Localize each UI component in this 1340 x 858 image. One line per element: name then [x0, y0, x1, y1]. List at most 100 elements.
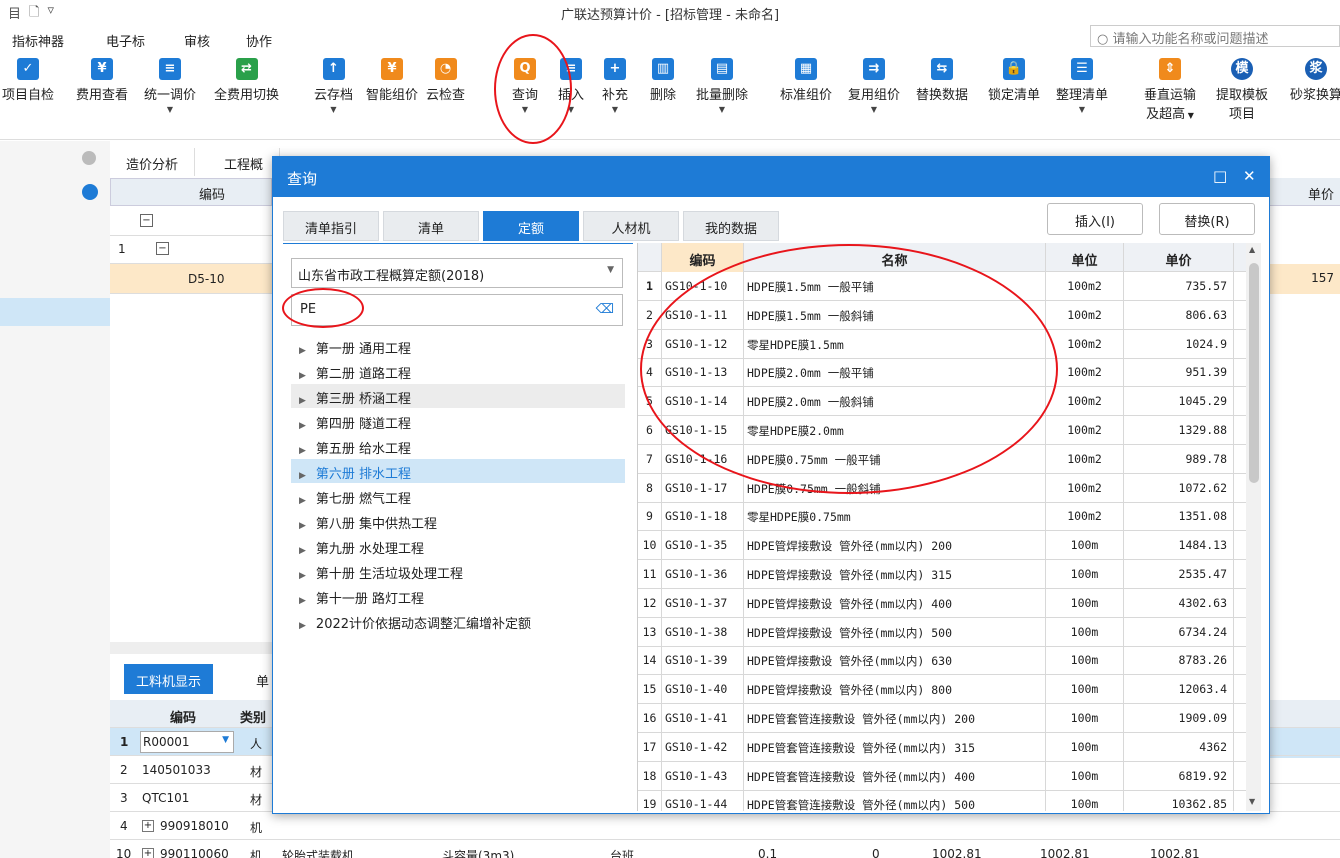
table-row[interactable]: 10 + 990110060 机 轮胎式装载机 斗容量(3m3) 台班 0.1 …: [110, 840, 1340, 858]
scrollbar-thumb[interactable]: [1249, 263, 1259, 483]
collapse-toggle-icon[interactable]: −: [140, 214, 153, 227]
smart-price-button[interactable]: ¥ 智能组价: [366, 58, 418, 103]
vertical-scrollbar[interactable]: ▲ ▼: [1246, 243, 1261, 811]
code-combo[interactable]: R00001 ▼: [140, 731, 234, 753]
tree-node[interactable]: ▶ 第四册 隧道工程: [291, 409, 625, 433]
replace-button[interactable]: 替换(R): [1159, 203, 1255, 235]
expand-toggle-icon[interactable]: +: [142, 820, 154, 832]
table-row[interactable]: 13 GS10-1-38 HDPE管焊接敷设 管外径(mm以内) 500 100m 67…: [638, 617, 1246, 647]
dialog-title-bar[interactable]: 查询: [273, 157, 1269, 197]
tree-node-selected[interactable]: ▶ 第六册 排水工程: [291, 459, 625, 483]
expand-arrow-icon[interactable]: ▶: [299, 546, 306, 556]
tree-node[interactable]: ▶ 第八册 集中供热工程: [291, 509, 625, 533]
tree-node[interactable]: ▶ 第十册 生活垃圾处理工程: [291, 559, 625, 583]
table-row[interactable]: 1 GS10-1-10 HDPE膜1.5mm 一般平铺 100m2 735.57: [638, 272, 1246, 301]
menu-item-indicator[interactable]: 指标神器: [12, 31, 64, 50]
column-unit[interactable]: 单位: [1046, 243, 1124, 272]
table-row[interactable]: 9 GS10-1-18 零星HDPE膜0.75mm 100m2 1351.08: [638, 502, 1246, 532]
expand-arrow-icon[interactable]: ▶: [299, 396, 306, 406]
scroll-up-icon[interactable]: ▲: [1249, 245, 1255, 254]
table-row[interactable]: 4 GS10-1-13 HDPE膜2.0mm 一般平铺 100m2 951.39: [638, 358, 1246, 388]
insert-button[interactable]: ≡ 插入 ▼: [558, 58, 584, 114]
table-row[interactable]: 18 GS10-1-43 HDPE管套管连接敷设 管外径(mm以内) 400 100m…: [638, 761, 1246, 791]
expand-arrow-icon[interactable]: ▶: [299, 621, 306, 631]
tab-cost-analysis[interactable]: 造价分析: [110, 148, 196, 176]
table-row[interactable]: 17 GS10-1-42 HDPE管套管连接敷设 管外径(mm以内) 315 100m…: [638, 732, 1246, 762]
fee-view-button[interactable]: ¥ 费用查看: [76, 58, 128, 103]
tree-node[interactable]: ▶ 第五册 给水工程: [291, 434, 625, 458]
mortar-conversion-button[interactable]: 浆砂浆换算: [1290, 58, 1340, 103]
table-row[interactable]: 10 GS10-1-35 HDPE管焊接敷设 管外径(mm以内) 200 100m 14…: [638, 531, 1246, 561]
column-code[interactable]: 编码: [662, 243, 744, 272]
unified-price-button[interactable]: ≡ 统一调价 ▼: [144, 58, 196, 114]
selected-nav-item[interactable]: [0, 298, 110, 326]
tab-labor-material-machine[interactable]: 工料机显示: [124, 664, 214, 694]
tab-labor-material-machine[interactable]: 人材机: [583, 211, 679, 241]
insert-button[interactable]: 插入(I): [1047, 203, 1143, 235]
tab-list-guide[interactable]: 清单指引: [283, 211, 379, 241]
batch-delete-button[interactable]: ▤ 批量删除 ▼: [696, 58, 748, 114]
tree-node[interactable]: ▶ 第一册 通用工程: [291, 334, 625, 358]
tree-node[interactable]: ▶ 第九册 水处理工程: [291, 534, 625, 558]
lock-list-button[interactable]: 🔒 锁定清单: [988, 58, 1040, 103]
tree-node[interactable]: ▶ 第三册 桥涵工程: [291, 384, 625, 408]
reuse-price-button[interactable]: ⇉ 复用组价 ▼: [848, 58, 900, 114]
tree-node[interactable]: ▶ 第二册 道路工程: [291, 359, 625, 383]
quota-search-input[interactable]: PE ⌫: [291, 294, 623, 326]
menu-item-e-bid[interactable]: 电子标: [106, 31, 145, 50]
project-selfcheck-button[interactable]: ✓ 项目自检: [2, 58, 54, 103]
table-row[interactable]: 14 GS10-1-39 HDPE管焊接敷设 管外径(mm以内) 630 100m 87…: [638, 646, 1246, 676]
tab-my-data[interactable]: 我的数据: [683, 211, 779, 241]
maximize-icon[interactable]: □: [1213, 167, 1227, 185]
quota-library-select[interactable]: 山东省市政工程概算定额(2018) ▼: [291, 258, 623, 288]
table-row[interactable]: 16 GS10-1-41 HDPE管套管连接敷设 管外径(mm以内) 200 100m…: [638, 704, 1246, 733]
table-row[interactable]: 12 GS10-1-37 HDPE管焊接敷设 管外径(mm以内) 400 100m 43…: [638, 588, 1246, 618]
query-button[interactable]: Q 查询 ▼: [512, 58, 538, 114]
tab-list[interactable]: 清单: [383, 211, 479, 241]
menu-item-audit[interactable]: 审核: [184, 31, 210, 50]
expand-arrow-icon[interactable]: ▶: [299, 496, 306, 506]
table-row[interactable]: 6 GS10-1-15 零星HDPE膜2.0mm 100m2 1329.88: [638, 416, 1246, 445]
column-price[interactable]: 单价: [1124, 243, 1234, 272]
cloud-check-button[interactable]: ◔ 云检查: [426, 58, 465, 103]
tree-node[interactable]: ▶ 2022计价依据动态调整汇编增补定额: [291, 609, 625, 633]
table-row[interactable]: 5 GS10-1-14 HDPE膜2.0mm 一般斜铺 100m2 1045.29: [638, 387, 1246, 417]
expand-arrow-icon[interactable]: ▶: [299, 446, 306, 456]
table-row[interactable]: 7 GS10-1-16 HDPE膜0.75mm 一般平铺 100m2 989.78: [638, 444, 1246, 474]
table-row[interactable]: 3 GS10-1-12 零星HDPE膜1.5mm 100m2 1024.9: [638, 329, 1246, 359]
column-name[interactable]: 名称: [744, 243, 1046, 272]
expand-arrow-icon[interactable]: ▶: [299, 471, 306, 481]
table-row[interactable]: 19 GS10-1-44 HDPE管套管连接敷设 管外径(mm以内) 500 100m…: [638, 790, 1246, 811]
table-row[interactable]: 15 GS10-1-40 HDPE管焊接敷设 管外径(mm以内) 800 100m 12…: [638, 675, 1246, 705]
clear-icon[interactable]: ⌫: [596, 302, 614, 317]
table-row[interactable]: 1−: [110, 236, 272, 264]
standard-price-button[interactable]: ▦ 标准组价: [780, 58, 832, 103]
table-row[interactable]: 2 GS10-1-11 HDPE膜1.5mm 一般斜铺 100m2 806.63: [638, 300, 1246, 330]
tree-node[interactable]: ▶ 第七册 燃气工程: [291, 484, 625, 508]
expand-arrow-icon[interactable]: ▶: [299, 371, 306, 381]
scroll-down-icon[interactable]: ▼: [1249, 797, 1255, 806]
table-row[interactable]: 11 GS10-1-36 HDPE管焊接敷设 管外径(mm以内) 315 100m 25…: [638, 560, 1246, 589]
expand-arrow-icon[interactable]: ▶: [299, 596, 306, 606]
expand-arrow-icon[interactable]: ▶: [299, 521, 306, 531]
extract-template-button[interactable]: 模提取模板 项目: [1216, 58, 1268, 122]
collapse-icon[interactable]: [82, 151, 96, 165]
horizontal-scrollbar[interactable]: [110, 642, 272, 654]
expand-toggle-icon[interactable]: +: [142, 848, 154, 858]
expand-down-icon[interactable]: [82, 184, 98, 200]
table-row[interactable]: D5-10: [110, 264, 272, 294]
table-row[interactable]: 4 + 990918010 机: [110, 812, 1340, 840]
vertical-transport-button[interactable]: ⇕ 垂直运输 及超高 ▼: [1144, 58, 1196, 122]
close-icon[interactable]: ✕: [1243, 167, 1256, 185]
expand-arrow-icon[interactable]: ▶: [299, 421, 306, 431]
tab-quota[interactable]: 定额: [483, 211, 579, 241]
expand-arrow-icon[interactable]: ▶: [299, 346, 306, 356]
table-row[interactable]: 8 GS10-1-17 HDPE膜0.75mm 一般斜铺 100m2 1072.62: [638, 473, 1246, 503]
tab-project-overview[interactable]: 工程概: [208, 148, 281, 176]
table-row[interactable]: −: [110, 208, 272, 236]
replace-data-button[interactable]: ⇆ 替换数据: [916, 58, 968, 103]
tree-node[interactable]: ▶ 第十一册 路灯工程: [291, 584, 625, 608]
supplement-button[interactable]: + 补充 ▼: [602, 58, 628, 114]
delete-button[interactable]: ▥ 删除: [650, 58, 676, 103]
full-fee-switch-button[interactable]: ⇄ 全费用切换: [214, 58, 279, 103]
